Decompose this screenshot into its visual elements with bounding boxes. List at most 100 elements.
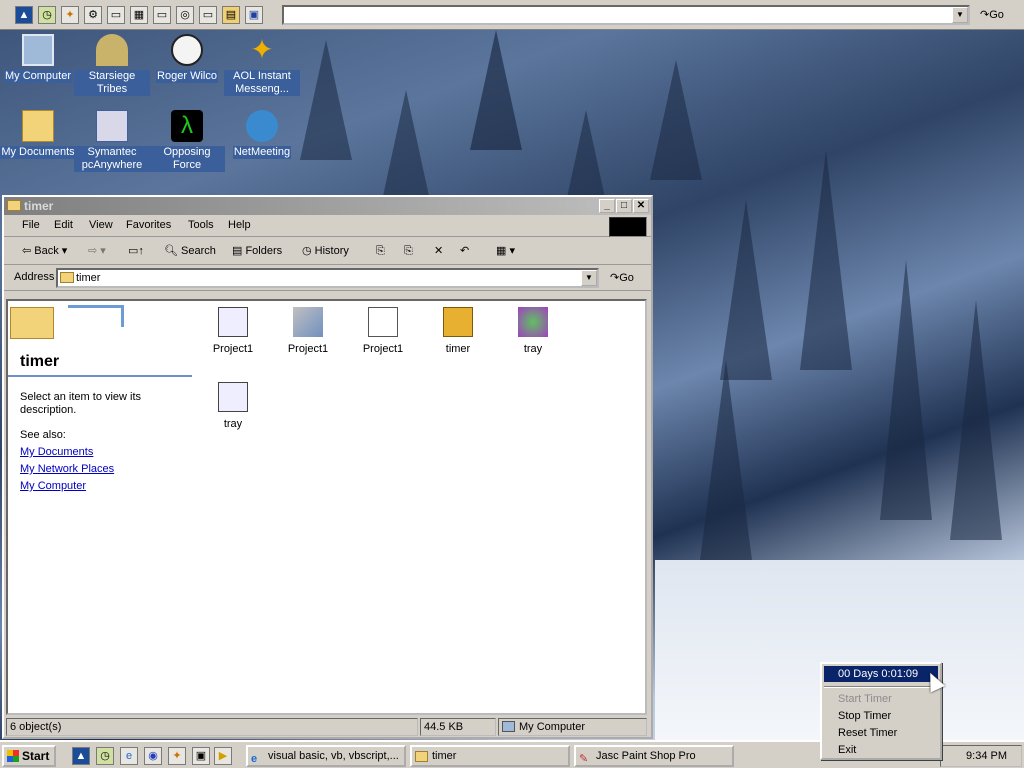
folder-icon[interactable]: ▤ [222, 6, 240, 24]
starsiege-icon [96, 34, 128, 66]
address-input[interactable]: timer ▼ [56, 268, 599, 288]
menu-item-exit[interactable]: Exit [824, 742, 938, 758]
clock-icon[interactable]: ◷ [38, 6, 56, 24]
top-go-button[interactable]: ↷Go [980, 6, 1004, 24]
quick-launch-toolbar: ▲ ◷ ✦ ⚙ ▭ ▦ ▭ ◎ ▭ ▤ ▣ ▼ ↷Go [0, 0, 1024, 30]
menu-separator [824, 686, 938, 688]
menu-file[interactable]: File [22, 219, 40, 231]
windows-logo-icon [609, 217, 647, 237]
menu-favorites[interactable]: Favorites [126, 219, 171, 231]
wallpaper-tree [800, 150, 852, 370]
back-arrow-icon: ⇦ [22, 245, 35, 257]
form-file-icon [218, 307, 248, 337]
delete-button[interactable]: ✕ [434, 243, 443, 259]
desktop-icon-starsiege[interactable]: Starsiege Tribes [74, 34, 150, 96]
search-icon: 🔍︎ [164, 245, 182, 257]
views-button[interactable]: ▦ ▾ [496, 243, 515, 259]
taskbar-item-visual-basic[interactable]: e visual basic, vb, vbscript,... [246, 745, 406, 767]
key-icon[interactable]: ▭ [153, 6, 171, 24]
key-icon[interactable]: ▭ [107, 6, 125, 24]
taskbar-item-timer[interactable]: timer [410, 745, 570, 767]
aol-icon[interactable]: ▲ [15, 6, 33, 24]
link-my-documents[interactable]: My Documents [20, 446, 93, 459]
go-arrow-icon: ↷ [980, 9, 990, 21]
top-address-input[interactable]: ▼ [282, 5, 970, 25]
undo-button[interactable]: ↶ [460, 243, 469, 259]
menu-tools[interactable]: Tools [188, 219, 214, 231]
back-button[interactable]: ⇦ Back ▾ [22, 243, 67, 259]
start-button[interactable]: Start [2, 745, 56, 767]
roger-wilco-icon [171, 34, 203, 66]
file-item[interactable]: Project1 [198, 307, 268, 355]
folder-icon [60, 272, 74, 283]
desktop-icon-opposing-force[interactable]: λ Opposing Force [149, 110, 225, 172]
ie-icon[interactable]: e [120, 747, 138, 765]
minimize-button[interactable]: _ [599, 199, 615, 213]
window-titlebar[interactable]: timer _ □ ✕ [4, 197, 651, 215]
move-to-button[interactable]: ⎘ [376, 243, 385, 259]
lambda-icon: λ [171, 110, 203, 142]
menu-item-start-timer[interactable]: Start Timer [824, 691, 938, 707]
history-button[interactable]: ◷ History [302, 243, 349, 259]
forward-button[interactable]: ⇨ ▾ [88, 243, 106, 259]
file-item[interactable]: Project1 [273, 307, 343, 355]
forward-arrow-icon: ⇨ ▾ [88, 245, 106, 257]
desktop-icon-netmeeting[interactable]: NetMeeting [224, 110, 300, 159]
show-desktop-icon[interactable]: ▣ [192, 747, 210, 765]
gear-icon[interactable]: ⚙ [84, 6, 102, 24]
copy-to-button[interactable]: ⎘ [404, 243, 413, 259]
menu-edit[interactable]: Edit [54, 219, 73, 231]
key-icon[interactable]: ▭ [199, 6, 217, 24]
project-file-icon [293, 307, 323, 337]
folder-large-icon [10, 307, 54, 339]
menu-view[interactable]: View [89, 219, 113, 231]
menu-item-elapsed-time[interactable]: 00 Days 0:01:09 [824, 666, 938, 682]
search-button[interactable]: 🔍︎ Search [164, 243, 216, 259]
clock-icon[interactable]: ◷ [96, 747, 114, 765]
form-file-icon [218, 382, 248, 412]
link-my-computer[interactable]: My Computer [20, 480, 86, 493]
menu-help[interactable]: Help [228, 219, 251, 231]
aol-icon[interactable]: ▲ [72, 747, 90, 765]
standard-toolbar: ⇦ Back ▾ ⇨ ▾ ▭↑ 🔍︎ Search ▤ Folders ◷ Hi… [4, 237, 651, 265]
file-item[interactable]: Project1 [348, 307, 418, 355]
folders-button[interactable]: ▤ Folders [232, 243, 282, 259]
undo-icon: ↶ [460, 245, 470, 257]
globe-icon[interactable]: ◎ [176, 6, 194, 24]
monitor-icon[interactable]: ▣ [245, 6, 263, 24]
messenger-icon[interactable]: ◉ [144, 747, 162, 765]
status-location: My Computer [498, 718, 647, 736]
runner-icon[interactable]: ✦ [61, 6, 79, 24]
maximize-button[interactable]: □ [616, 199, 632, 213]
go-button[interactable]: ↷Go [610, 271, 634, 284]
close-button[interactable]: ✕ [633, 199, 649, 213]
menu-item-stop-timer[interactable]: Stop Timer [824, 708, 938, 724]
move-to-icon: ⎘ [376, 245, 385, 257]
file-item[interactable]: tray [198, 382, 268, 430]
menu-item-reset-timer[interactable]: Reset Timer [824, 725, 938, 741]
grid-icon[interactable]: ▦ [130, 6, 148, 24]
wallpaper-tree [950, 300, 1002, 540]
desktop-icon-pcanywhere[interactable]: Symantec pcAnywhere [74, 110, 150, 172]
desktop-icon-roger-wilco[interactable]: Roger Wilco [149, 34, 225, 83]
ie-icon: e [251, 753, 258, 765]
chevron-down-icon[interactable]: ▼ [581, 270, 597, 286]
runner-icon[interactable]: ✦ [168, 747, 186, 765]
desktop-icon-aol-messenger[interactable]: ✦ AOL Instant Messeng... [224, 34, 300, 96]
windows-logo-icon [7, 750, 19, 762]
media-icon[interactable]: ▶ [214, 747, 232, 765]
file-item[interactable]: tray [498, 307, 568, 355]
status-size: 44.5 KB [420, 718, 496, 736]
tray-clock[interactable]: 9:34 PM [966, 750, 1007, 762]
up-folder-button[interactable]: ▭↑ [128, 243, 144, 259]
delete-x-icon: ✕ [434, 245, 444, 257]
menu-bar: File Edit View Favorites Tools Help [4, 215, 651, 237]
link-my-network-places[interactable]: My Network Places [20, 463, 114, 476]
wallpaper-tree [700, 360, 752, 560]
desktop-icon-my-documents[interactable]: My Documents [0, 110, 76, 159]
file-item[interactable]: timer [423, 307, 493, 355]
desktop-icon-my-computer[interactable]: My Computer [0, 34, 76, 83]
computer-icon [502, 721, 515, 732]
taskbar-item-paint-shop-pro[interactable]: ✎ Jasc Paint Shop Pro [574, 745, 734, 767]
chevron-down-icon[interactable]: ▼ [952, 7, 968, 23]
